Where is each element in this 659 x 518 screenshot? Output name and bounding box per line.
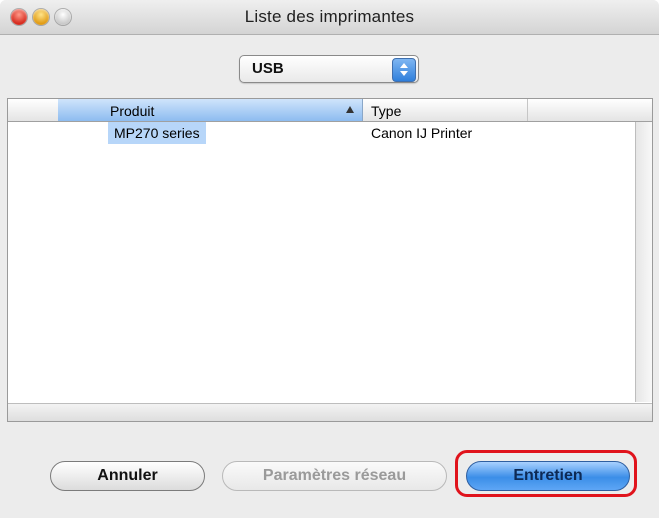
cell-product: MP270 series [108, 122, 206, 144]
column-header-product[interactable]: Produit [58, 99, 363, 121]
title-bar: Liste des imprimantes [0, 0, 659, 35]
vertical-scrollbar[interactable] [635, 122, 652, 402]
column-header-product-label: Produit [110, 103, 155, 119]
cell-type: Canon IJ Printer [371, 125, 473, 141]
column-header-type-label: Type [371, 103, 402, 119]
column-header-type[interactable]: Type [363, 99, 528, 121]
maintenance-button[interactable]: Entretien [466, 461, 630, 491]
horizontal-scrollbar[interactable] [8, 403, 652, 421]
network-settings-button[interactable]: Paramètres réseau [222, 461, 447, 491]
connection-popup-value: USB [252, 60, 284, 77]
window-title: Liste des imprimantes [244, 7, 415, 26]
column-header-filler [528, 99, 652, 121]
sort-ascending-icon [346, 106, 354, 113]
connection-popup[interactable]: USB [239, 55, 419, 83]
cancel-button[interactable]: Annuler [50, 461, 205, 491]
popup-arrows-icon [392, 58, 416, 82]
table-header: Produit Type [8, 99, 652, 122]
table-row[interactable]: MP270 series Canon IJ Printer [8, 122, 634, 144]
printer-list-window: Liste des imprimantes USB Produit Type M… [0, 0, 659, 518]
column-header-blank [8, 99, 59, 121]
printer-table[interactable]: Produit Type MP270 series Canon IJ Print… [7, 98, 653, 422]
